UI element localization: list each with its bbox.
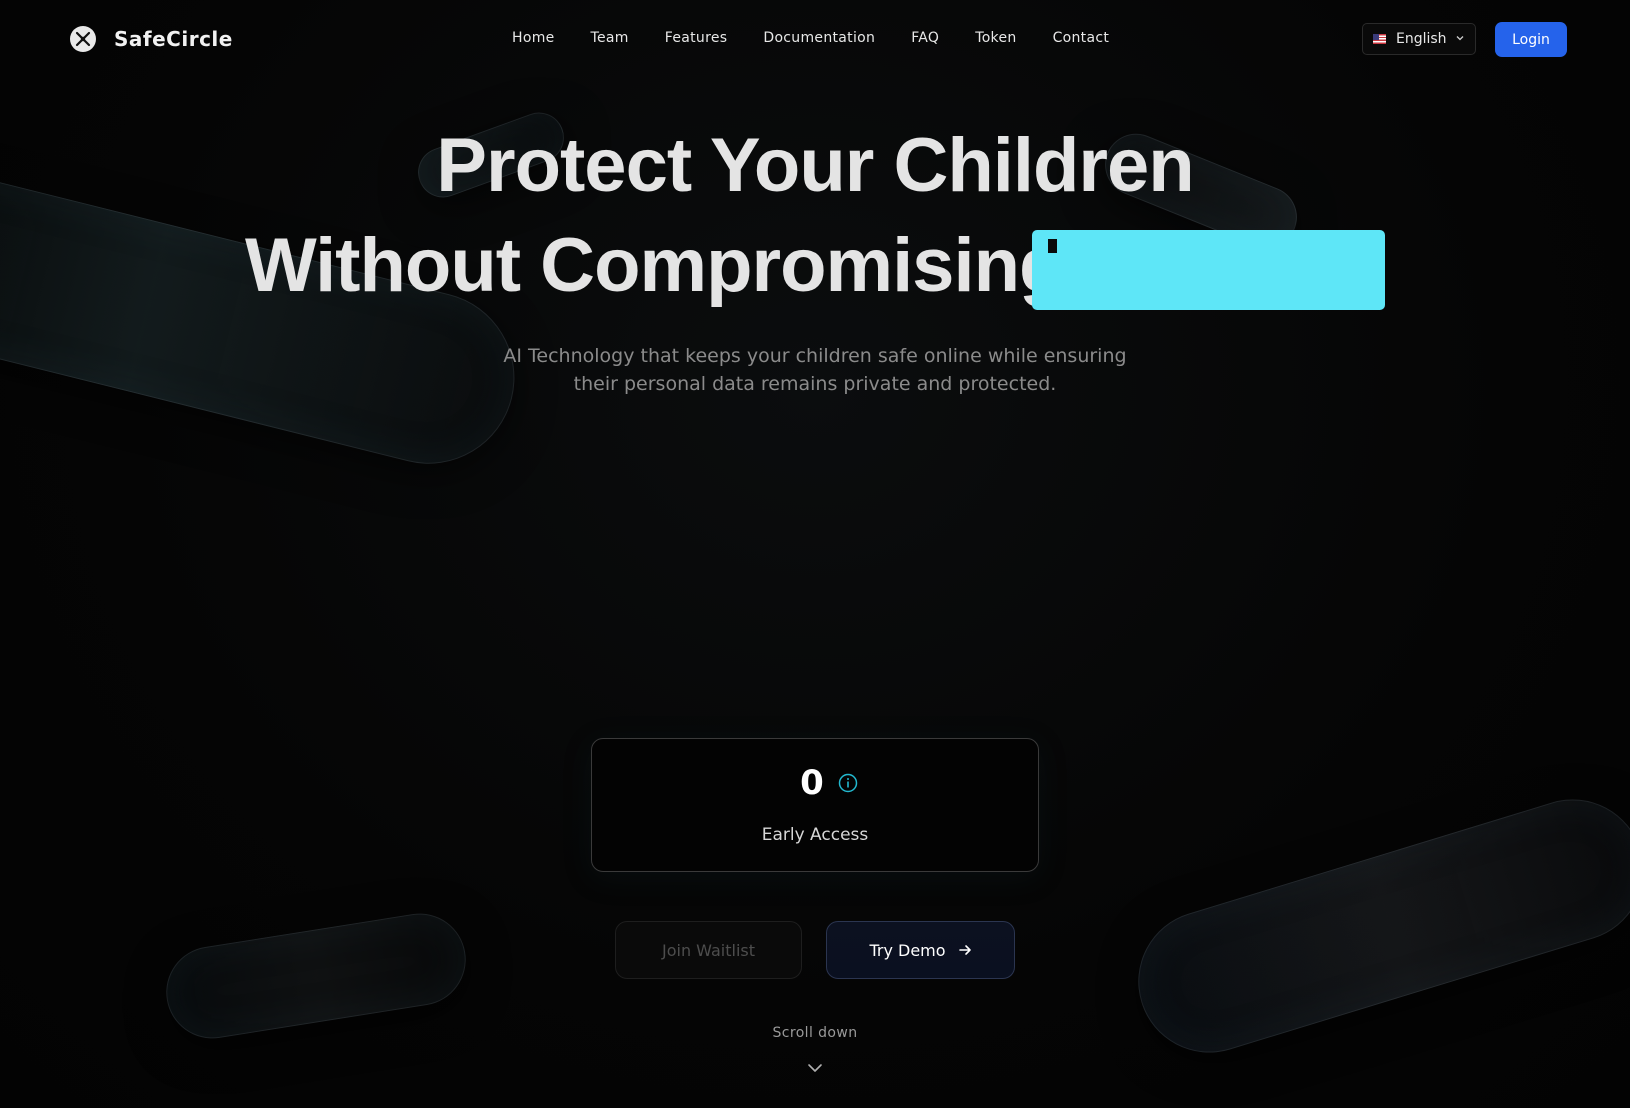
hero-subtitle-line2: their personal data remains private and … xyxy=(573,373,1057,395)
try-demo-button[interactable]: Try Demo xyxy=(826,921,1015,979)
info-icon[interactable] xyxy=(838,773,858,793)
text-cursor xyxy=(1048,239,1057,253)
brand-name: SafeCircle xyxy=(114,27,233,51)
hero-title-line2: Without Compromising xyxy=(245,223,1065,308)
nav-link-faq[interactable]: FAQ xyxy=(911,30,939,46)
top-navigation: SafeCircle Home Team Features Documentat… xyxy=(0,0,1630,80)
try-demo-label: Try Demo xyxy=(869,940,946,960)
hero-title-line1: Protect Your Children xyxy=(436,123,1194,208)
us-flag-icon xyxy=(1373,34,1386,44)
arrow-right-icon xyxy=(958,943,972,957)
brand-logo[interactable]: SafeCircle xyxy=(70,26,233,52)
nav-link-features[interactable]: Features xyxy=(665,30,728,46)
nav-link-home[interactable]: Home xyxy=(512,30,555,46)
early-access-count: 0 xyxy=(800,763,824,803)
hero-subtitle: AI Technology that keeps your children s… xyxy=(0,342,1630,398)
nav-links: Home Team Features Documentation FAQ Tok… xyxy=(512,30,1145,46)
join-waitlist-button[interactable]: Join Waitlist xyxy=(615,921,802,979)
scroll-down-label[interactable]: Scroll down xyxy=(0,1025,1630,1041)
typing-highlight-box xyxy=(1032,230,1385,310)
early-access-label: Early Access xyxy=(761,825,869,845)
nav-link-team[interactable]: Team xyxy=(591,30,629,46)
count-row: 0 xyxy=(592,763,1038,803)
nav-link-contact[interactable]: Contact xyxy=(1053,30,1110,46)
nav-link-token[interactable]: Token xyxy=(975,30,1016,46)
hero-subtitle-line1: AI Technology that keeps your children s… xyxy=(503,345,1127,367)
early-access-card: 0 Early Access xyxy=(591,738,1039,872)
login-button[interactable]: Login xyxy=(1495,22,1567,57)
chevron-down-icon xyxy=(1455,31,1465,47)
language-label: English xyxy=(1396,31,1447,47)
nav-link-documentation[interactable]: Documentation xyxy=(763,30,875,46)
page: SafeCircle Home Team Features Documentat… xyxy=(0,0,1630,1108)
chevron-down-icon[interactable] xyxy=(807,1062,823,1074)
language-selector[interactable]: English xyxy=(1362,23,1476,55)
logo-icon xyxy=(70,26,96,52)
